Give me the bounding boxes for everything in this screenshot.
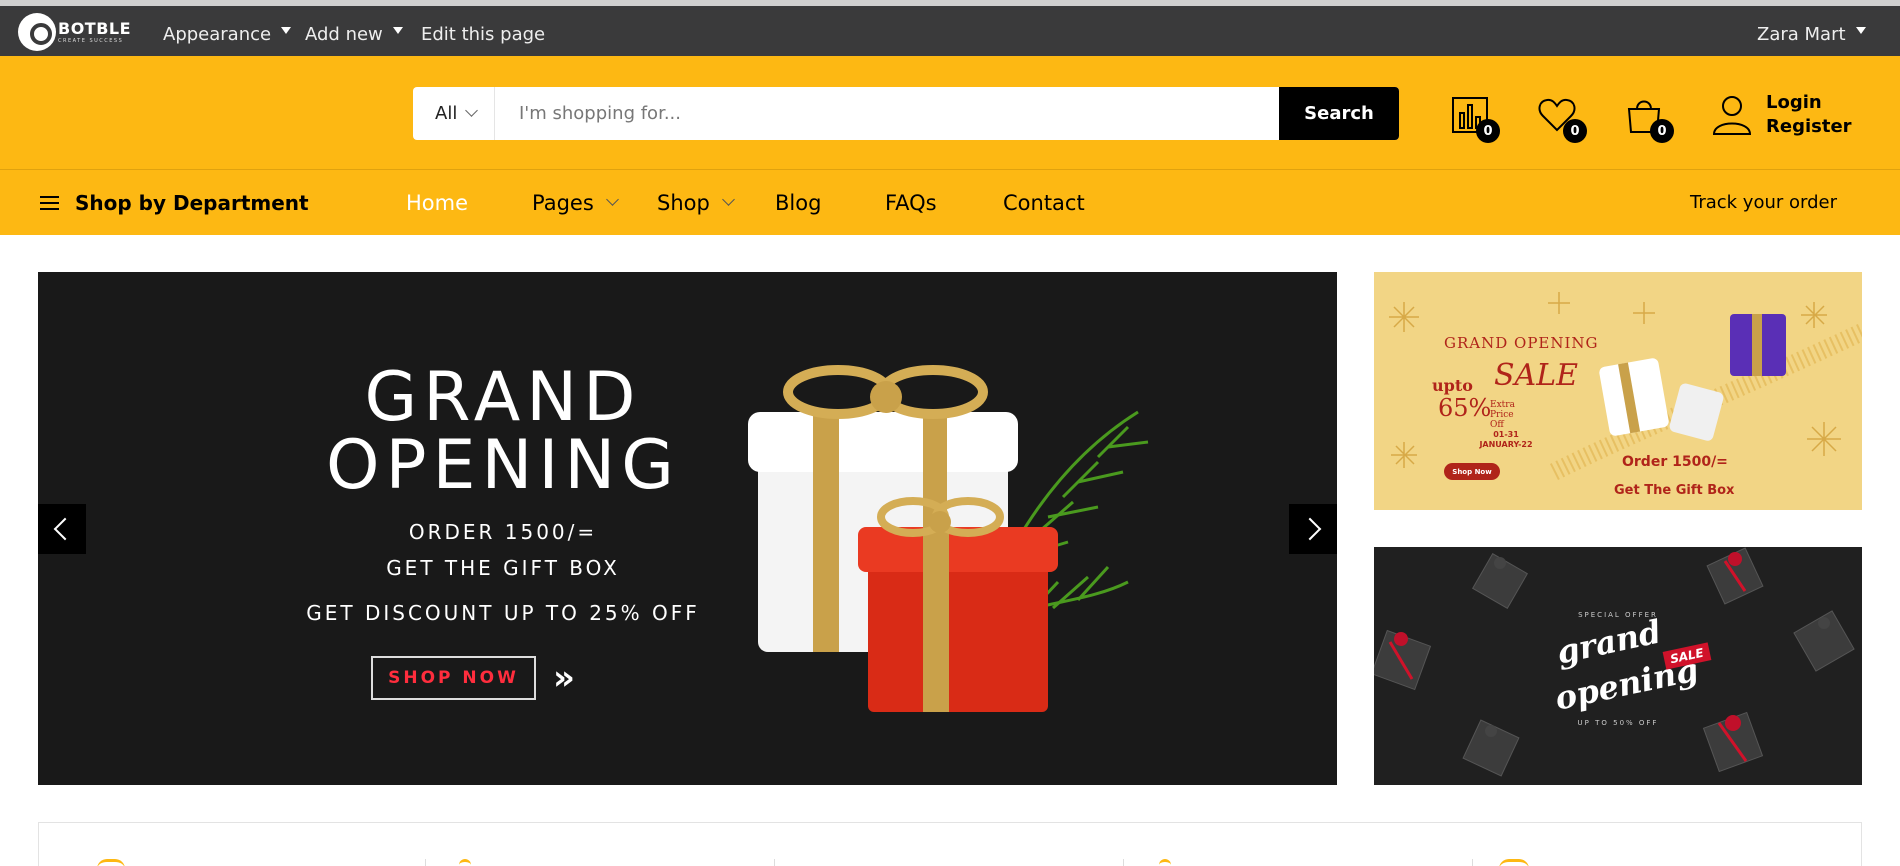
feature-divider (774, 859, 775, 866)
banner1-order: Order 1500/= (1622, 454, 1728, 470)
search-input[interactable] (495, 87, 1279, 140)
site-header: All Search 0 0 0 Login (0, 56, 1900, 170)
admin-bar: BOTBLE CREATE SUCCESS Appearance Add new… (0, 0, 1900, 56)
hero-slider[interactable]: GRAND OPENING ORDER 1500/= GET THE GIFT … (38, 272, 1337, 785)
cart-count-badge: 0 (1650, 119, 1674, 143)
banner1-dates: 01-31 JANUARY-22 (1479, 430, 1533, 449)
slide-line1: ORDER 1500/= (408, 520, 598, 544)
register-link[interactable]: Register (1766, 116, 1852, 138)
banner1-shop-now-button[interactable]: Shop Now (1444, 463, 1500, 480)
banner1-extra: Extra Price Off (1490, 400, 1515, 430)
feature-icon (97, 859, 125, 866)
admin-user-menu[interactable]: Zara Mart (1757, 12, 1866, 56)
features-strip (38, 822, 1862, 866)
gift-boxes-image (748, 365, 1149, 712)
wishlist-button[interactable]: 0 (1537, 95, 1587, 143)
main-nav: Shop by Department Home Pages Shop Blog … (0, 170, 1900, 235)
search-button[interactable]: Search (1279, 87, 1399, 140)
banner2-special: SPECIAL OFFER (1578, 611, 1658, 619)
login-link[interactable]: Login (1766, 92, 1852, 114)
account-block: Login Register (1712, 92, 1852, 138)
admin-menu-add-new[interactable]: Add new (305, 12, 403, 56)
compare-count-badge: 0 (1476, 119, 1500, 143)
chevron-left-icon (53, 517, 77, 541)
logo-tagline: CREATE SUCCESS (58, 37, 124, 44)
admin-menu-edit-page[interactable]: Edit this page (421, 12, 545, 56)
promo-banner-grand-opening-sale[interactable]: GRAND OPENING SALE upto 65% Extra Price … (1374, 272, 1862, 510)
banner1-upto: upto (1432, 376, 1473, 395)
feature-icon (459, 859, 471, 866)
nav-pages[interactable]: Pages (532, 170, 619, 235)
slide-text: GRAND OPENING ORDER 1500/= GET THE GIFT … (268, 358, 738, 626)
nav-home[interactable]: Home (406, 170, 468, 235)
feature-icon (1159, 859, 1171, 866)
slide-line2: GET THE GIFT BOX (386, 556, 620, 580)
search-bar: All Search (413, 87, 1399, 140)
chevron-down-icon (465, 104, 479, 117)
slide-title-line2: OPENING (326, 426, 680, 505)
nav-contact[interactable]: Contact (1003, 170, 1085, 235)
slider-next-button[interactable] (1289, 504, 1337, 554)
slide-discount: GET DISCOUNT UP TO 25% OFF (306, 601, 700, 625)
search-category-select[interactable]: All (413, 87, 495, 140)
banner1-title: GRAND OPENING (1444, 334, 1599, 352)
banner1-gift: Get The Gift Box (1614, 483, 1735, 498)
admin-menu-appearance[interactable]: Appearance (163, 12, 292, 56)
slider-prev-button[interactable] (38, 504, 86, 554)
caret-down-icon (1855, 26, 1866, 34)
nav-shop[interactable]: Shop (657, 170, 735, 235)
chevron-down-icon (605, 193, 619, 206)
chevron-right-icon (1298, 517, 1322, 541)
logo-text: BOTBLE (58, 18, 132, 38)
botble-logo-icon (18, 13, 56, 51)
user-icon (1712, 96, 1752, 135)
feature-divider (425, 859, 426, 866)
caret-down-icon (392, 26, 403, 34)
slide-title-line1: GRAND (364, 358, 642, 437)
banner1-percent: 65% (1438, 394, 1492, 422)
menu-icon (40, 195, 59, 210)
slide-shop-now-button[interactable]: SHOP NOW (371, 656, 536, 700)
nav-blog[interactable]: Blog (775, 170, 821, 235)
feature-divider (1123, 859, 1124, 866)
promo-banner-special-offer[interactable]: SPECIAL OFFER grand opening SALE UP TO 5… (1374, 547, 1862, 785)
nav-faqs[interactable]: FAQs (885, 170, 937, 235)
feature-icon (1499, 859, 1529, 866)
compare-button[interactable]: 0 (1450, 95, 1500, 143)
banner1-sale: SALE (1494, 358, 1579, 393)
shop-by-department-button[interactable]: Shop by Department (40, 170, 309, 235)
wishlist-count-badge: 0 (1563, 119, 1587, 143)
double-chevron-icon: » (553, 658, 575, 698)
botble-logo[interactable]: BOTBLE CREATE SUCCESS (18, 12, 131, 52)
caret-down-icon (281, 26, 292, 34)
track-order-link[interactable]: Track your order (1690, 170, 1837, 235)
cart-button[interactable]: 0 (1624, 95, 1674, 143)
chevron-down-icon (721, 193, 735, 206)
banner2-upto: UP TO 50% OFF (1577, 719, 1659, 727)
feature-divider (1472, 859, 1473, 866)
